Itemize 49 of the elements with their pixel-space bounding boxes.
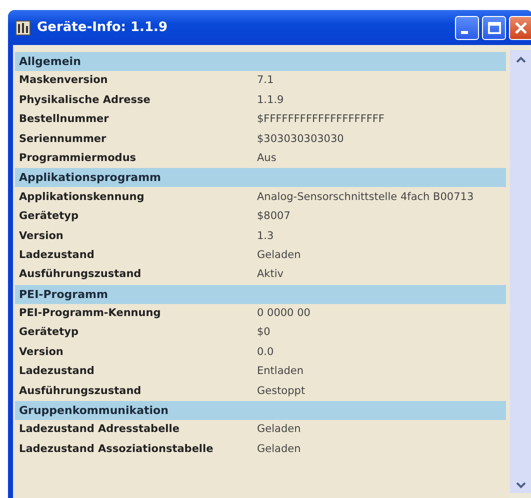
property-value: 1.1.9 bbox=[257, 92, 284, 108]
property-label: Ladezustand Adresstabelle bbox=[19, 422, 181, 438]
close-icon bbox=[515, 22, 527, 34]
property-value: Aktiv bbox=[257, 267, 284, 282]
scroll-down-icon[interactable] bbox=[514, 481, 526, 489]
property-value: Gestoppt bbox=[257, 384, 306, 399]
scroll-up-icon[interactable] bbox=[514, 56, 526, 64]
property-value: 0 0000 00 bbox=[257, 306, 310, 322]
property-label: Ausführungszustand bbox=[19, 384, 142, 399]
property-value: Geladen bbox=[257, 422, 301, 438]
property-label: Ladezustand bbox=[19, 364, 96, 380]
property-value: $8007 bbox=[257, 209, 290, 224]
property-label: Ausführungszustand bbox=[19, 267, 142, 282]
section-header: Gruppenkommunikation bbox=[15, 401, 506, 420]
property-label: Physikalische Adresse bbox=[19, 92, 152, 108]
property-label: Maskenversion bbox=[19, 73, 109, 88]
maximize-icon bbox=[488, 22, 500, 34]
app-icon bbox=[15, 20, 31, 36]
property-value: $FFFFFFFFFFFFFFFFFFFF bbox=[257, 112, 384, 128]
property-value: Entladen bbox=[257, 364, 304, 380]
property-label: Gerätetyp bbox=[19, 209, 80, 224]
property-label: Programmiermodus bbox=[19, 150, 138, 166]
scrollbar[interactable] bbox=[510, 50, 531, 493]
close-button[interactable] bbox=[509, 16, 531, 40]
minimize-icon bbox=[460, 31, 468, 34]
window-title: Geräte-Info: 1.1.9 bbox=[37, 20, 169, 35]
property-value: Analog-Sensorschnittstelle 4fach B00713 bbox=[257, 190, 474, 205]
section-header: PEI-Programm bbox=[15, 284, 506, 304]
property-label: Applikationskennung bbox=[19, 190, 146, 205]
section-header: Allgemein bbox=[15, 52, 506, 71]
maximize-button[interactable] bbox=[482, 16, 506, 40]
minimize-button[interactable] bbox=[455, 16, 479, 40]
property-value: Aus bbox=[257, 150, 276, 166]
property-value: 0.0 bbox=[257, 344, 274, 360]
property-value: $303030303030 bbox=[257, 132, 344, 147]
section-header: Applikationsprogramm bbox=[15, 168, 506, 188]
property-label: Ladezustand bbox=[19, 248, 96, 263]
property-label: Version bbox=[19, 344, 64, 360]
property-value: $0 bbox=[257, 325, 270, 340]
property-label: Bestellnummer bbox=[19, 112, 110, 128]
property-label: Gerätetyp bbox=[19, 325, 80, 340]
property-value: Geladen bbox=[257, 248, 301, 263]
property-value: Geladen bbox=[257, 442, 301, 457]
property-label: PEI-Programm-Kennung bbox=[19, 306, 162, 322]
property-value: 7.1 bbox=[257, 73, 274, 88]
property-label: Ladezustand Assoziationstabelle bbox=[19, 442, 214, 457]
property-value: 1.3 bbox=[257, 228, 274, 244]
property-label: Seriennummer bbox=[19, 132, 108, 147]
property-label: Version bbox=[19, 228, 64, 244]
